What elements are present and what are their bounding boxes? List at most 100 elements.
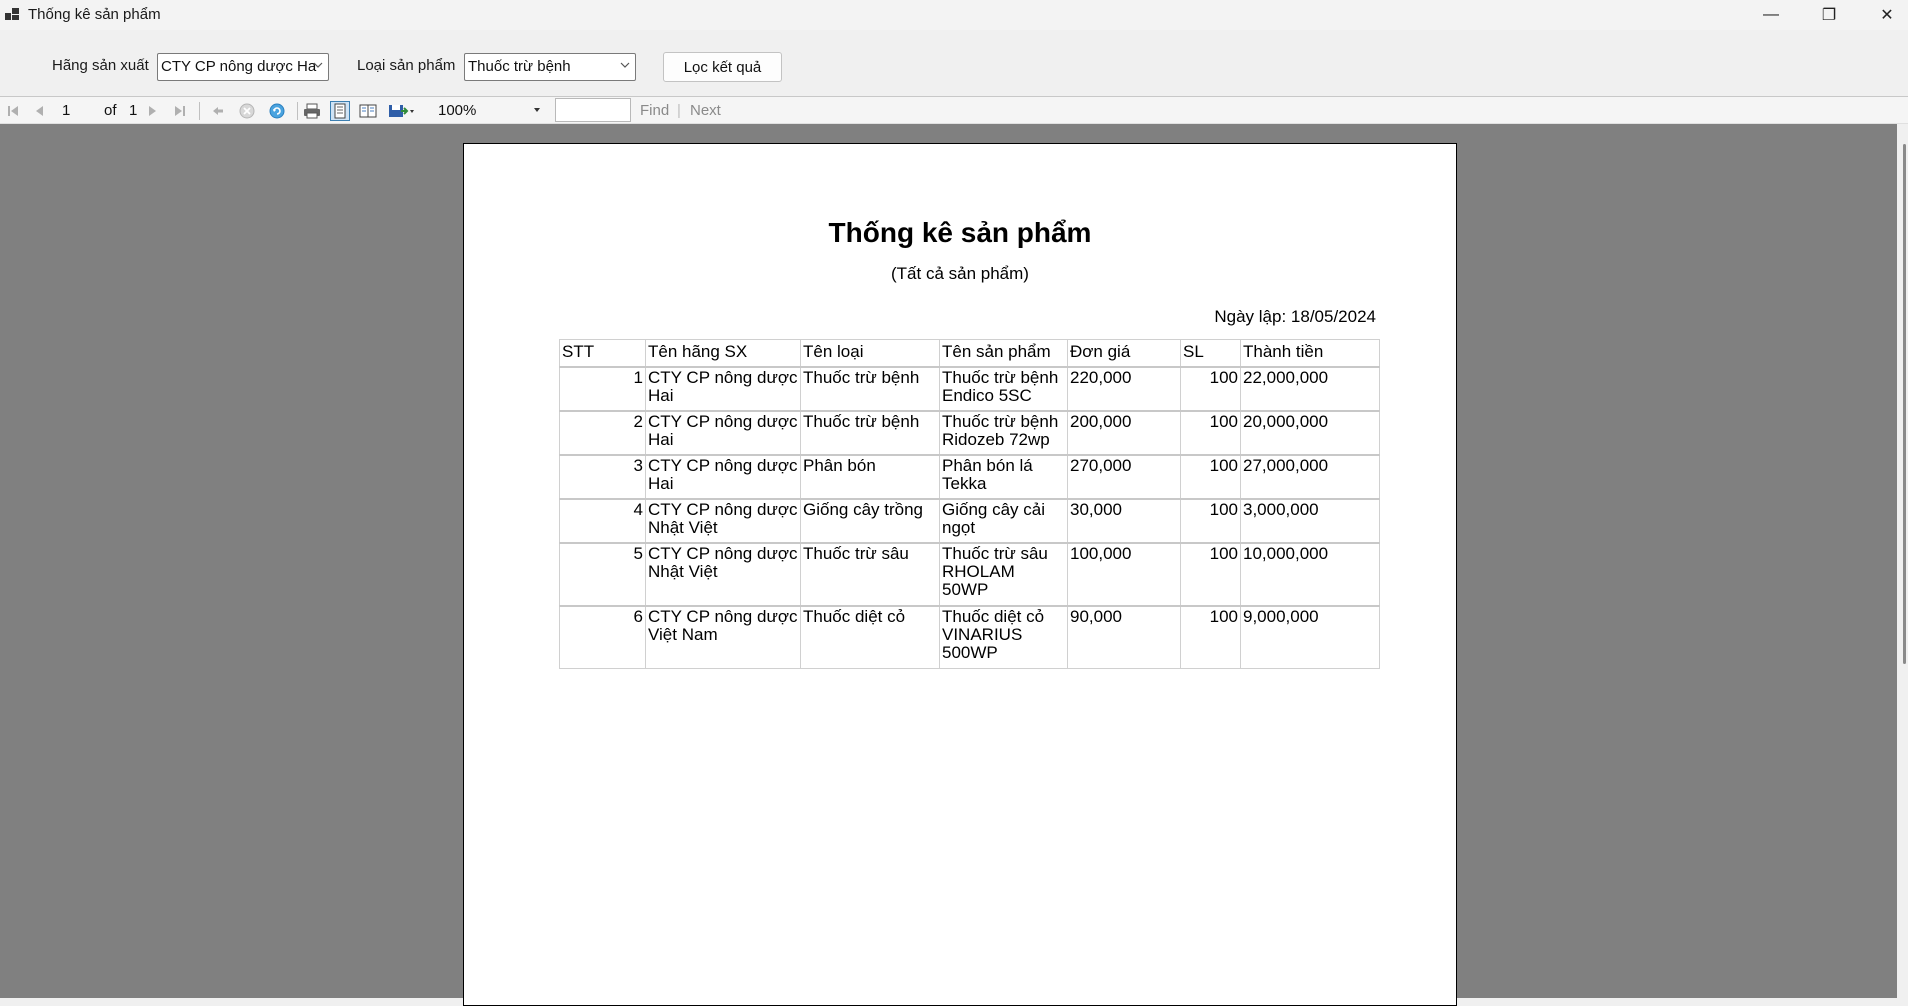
cell-line: Ridozeb 72wp (942, 429, 1050, 449)
column-header: Tên sản phẩm (939, 339, 1068, 367)
export-icon (389, 105, 414, 117)
table-cell-hang: CTY CP nông dược Việt Nam (645, 604, 801, 669)
refresh-button[interactable] (267, 101, 287, 121)
current-page-input[interactable]: 1 (58, 100, 96, 120)
chevron-down-icon (313, 62, 323, 68)
cell-line: CTY CP nông dược (648, 367, 798, 387)
cell-line: VINARIUS (942, 624, 1023, 644)
find-separator: | (677, 102, 681, 119)
filter-button[interactable]: Lọc kết quả (663, 52, 782, 82)
last-page-button[interactable] (170, 101, 190, 121)
table-cell-thanhtien: 27,000,000 (1240, 453, 1380, 499)
print-layout-icon (334, 103, 346, 119)
cell-line: Nhật Việt (648, 561, 718, 581)
table-cell-sp: Thuốc diệt cỏ VINARIUS 500WP (939, 604, 1068, 669)
table-cell-sp: Thuốc trừ bệnh Ridozeb 72wp (939, 409, 1068, 455)
cell-line: Thuốc trừ sâu (803, 543, 909, 563)
prev-page-button[interactable] (30, 101, 50, 121)
find-link[interactable]: Find (640, 102, 669, 119)
find-input[interactable] (555, 98, 631, 122)
column-header: Tên hãng SX (645, 339, 801, 367)
table-cell-sl: 100 (1180, 604, 1241, 669)
of-label: of (104, 102, 117, 119)
chevron-down-icon (534, 108, 540, 112)
cell-line: Thuốc trừ bệnh (942, 411, 1059, 431)
category-select[interactable]: Thuốc trừ bệnh (464, 53, 636, 81)
first-page-button[interactable] (3, 101, 23, 121)
table-cell-sl: 100 (1180, 409, 1241, 455)
table-cell-dongia: 270,000 (1067, 453, 1181, 499)
app-icon (5, 8, 19, 20)
export-button[interactable] (386, 101, 418, 121)
first-page-icon (8, 106, 18, 116)
vertical-scrollbar[interactable] (1897, 124, 1908, 998)
stop-button[interactable] (237, 101, 257, 121)
table-cell-hang: CTY CP nông dược Hai (645, 365, 801, 411)
table-cell-hang: CTY CP nông dược Hai (645, 453, 801, 499)
table-cell-stt: 5 (559, 541, 646, 606)
table-cell-sp: Thuốc trừ bệnh Endico 5SC (939, 365, 1068, 411)
cell-line: CTY CP nông dược (648, 543, 798, 563)
close-button[interactable]: ✕ (1858, 0, 1908, 30)
table-cell-stt: 1 (559, 365, 646, 411)
table-cell-thanhtien: 9,000,000 (1240, 604, 1380, 669)
column-header: Thành tiền (1240, 339, 1380, 367)
column-header: Tên loại (800, 339, 940, 367)
zoom-select[interactable]: 100% (434, 100, 544, 121)
cell-line: Tekka (942, 473, 987, 493)
cell-line: Thuốc trừ bệnh (803, 367, 920, 387)
back-button[interactable] (208, 101, 228, 121)
cell-line: Hai (648, 473, 674, 493)
column-header: SL (1180, 339, 1241, 367)
table-row: 5 CTY CP nông dược Nhật Việt Thuốc trừ sâu T… (559, 541, 1380, 606)
table-cell-dongia: 30,000 (1067, 497, 1181, 543)
table-cell-sl: 100 (1180, 497, 1241, 543)
next-link[interactable]: Next (690, 102, 721, 119)
manufacturer-label: Hãng sản xuất (52, 57, 149, 74)
table-cell-sl: 100 (1180, 365, 1241, 411)
table-cell-dongia: 200,000 (1067, 409, 1181, 455)
cell-line: Thuốc trừ sâu (942, 543, 1048, 563)
back-icon (213, 107, 223, 115)
cell-line: CTY CP nông dược (648, 499, 798, 519)
table-cell-loai: Phân bón (800, 453, 940, 499)
stop-icon (239, 103, 255, 119)
window-title: Thống kê sản phẩm (28, 6, 161, 23)
column-header: STT (559, 339, 646, 367)
cell-line: CTY CP nông dược (648, 606, 798, 626)
table-cell-sl: 100 (1180, 453, 1241, 499)
table-row: 6 CTY CP nông dược Việt Nam Thuốc diệt cỏ Th… (559, 604, 1380, 669)
category-label: Loại sản phẩm (357, 57, 456, 74)
print-layout-button[interactable] (330, 101, 350, 121)
table-cell-sp: Giống cây cải ngọt (939, 497, 1068, 543)
cell-line: Thuốc diệt cỏ (803, 606, 906, 626)
report-table: STT Tên hãng SX Tên loại Tên sản phẩm Đơ… (559, 339, 1380, 669)
print-button[interactable] (302, 101, 322, 121)
total-pages: 1 (129, 102, 138, 119)
scrollbar-thumb[interactable] (1903, 144, 1906, 664)
table-cell-thanhtien: 20,000,000 (1240, 409, 1380, 455)
cell-line: 50WP (942, 579, 989, 599)
cell-line: CTY CP nông dược (648, 411, 798, 431)
toolbar-divider (199, 102, 200, 120)
restore-icon: ❐ (1821, 7, 1837, 24)
cell-line: Việt Nam (648, 624, 718, 644)
cell-line: 500WP (942, 642, 998, 662)
table-cell-stt: 4 (559, 497, 646, 543)
cell-line: Hai (648, 429, 674, 449)
cell-line: Thuốc trừ bệnh (803, 411, 920, 431)
table-cell-stt: 2 (559, 409, 646, 455)
minimize-button[interactable]: — (1742, 0, 1800, 30)
manufacturer-select[interactable]: CTY CP nông dược Ha (157, 53, 329, 81)
refresh-icon (269, 103, 285, 119)
table-cell-hang: CTY CP nông dược Nhật Việt (645, 541, 801, 606)
prev-page-icon (36, 106, 43, 116)
table-cell-thanhtien: 10,000,000 (1240, 541, 1380, 606)
table-cell-loai: Giống cây trồng (800, 497, 940, 543)
cell-line: Phân bón (803, 455, 876, 475)
cell-line: Nhật Việt (648, 517, 718, 537)
maximize-button[interactable]: ❐ (1800, 0, 1858, 30)
page-setup-button[interactable] (358, 101, 378, 121)
last-page-icon (175, 106, 185, 116)
next-page-button[interactable] (142, 101, 162, 121)
